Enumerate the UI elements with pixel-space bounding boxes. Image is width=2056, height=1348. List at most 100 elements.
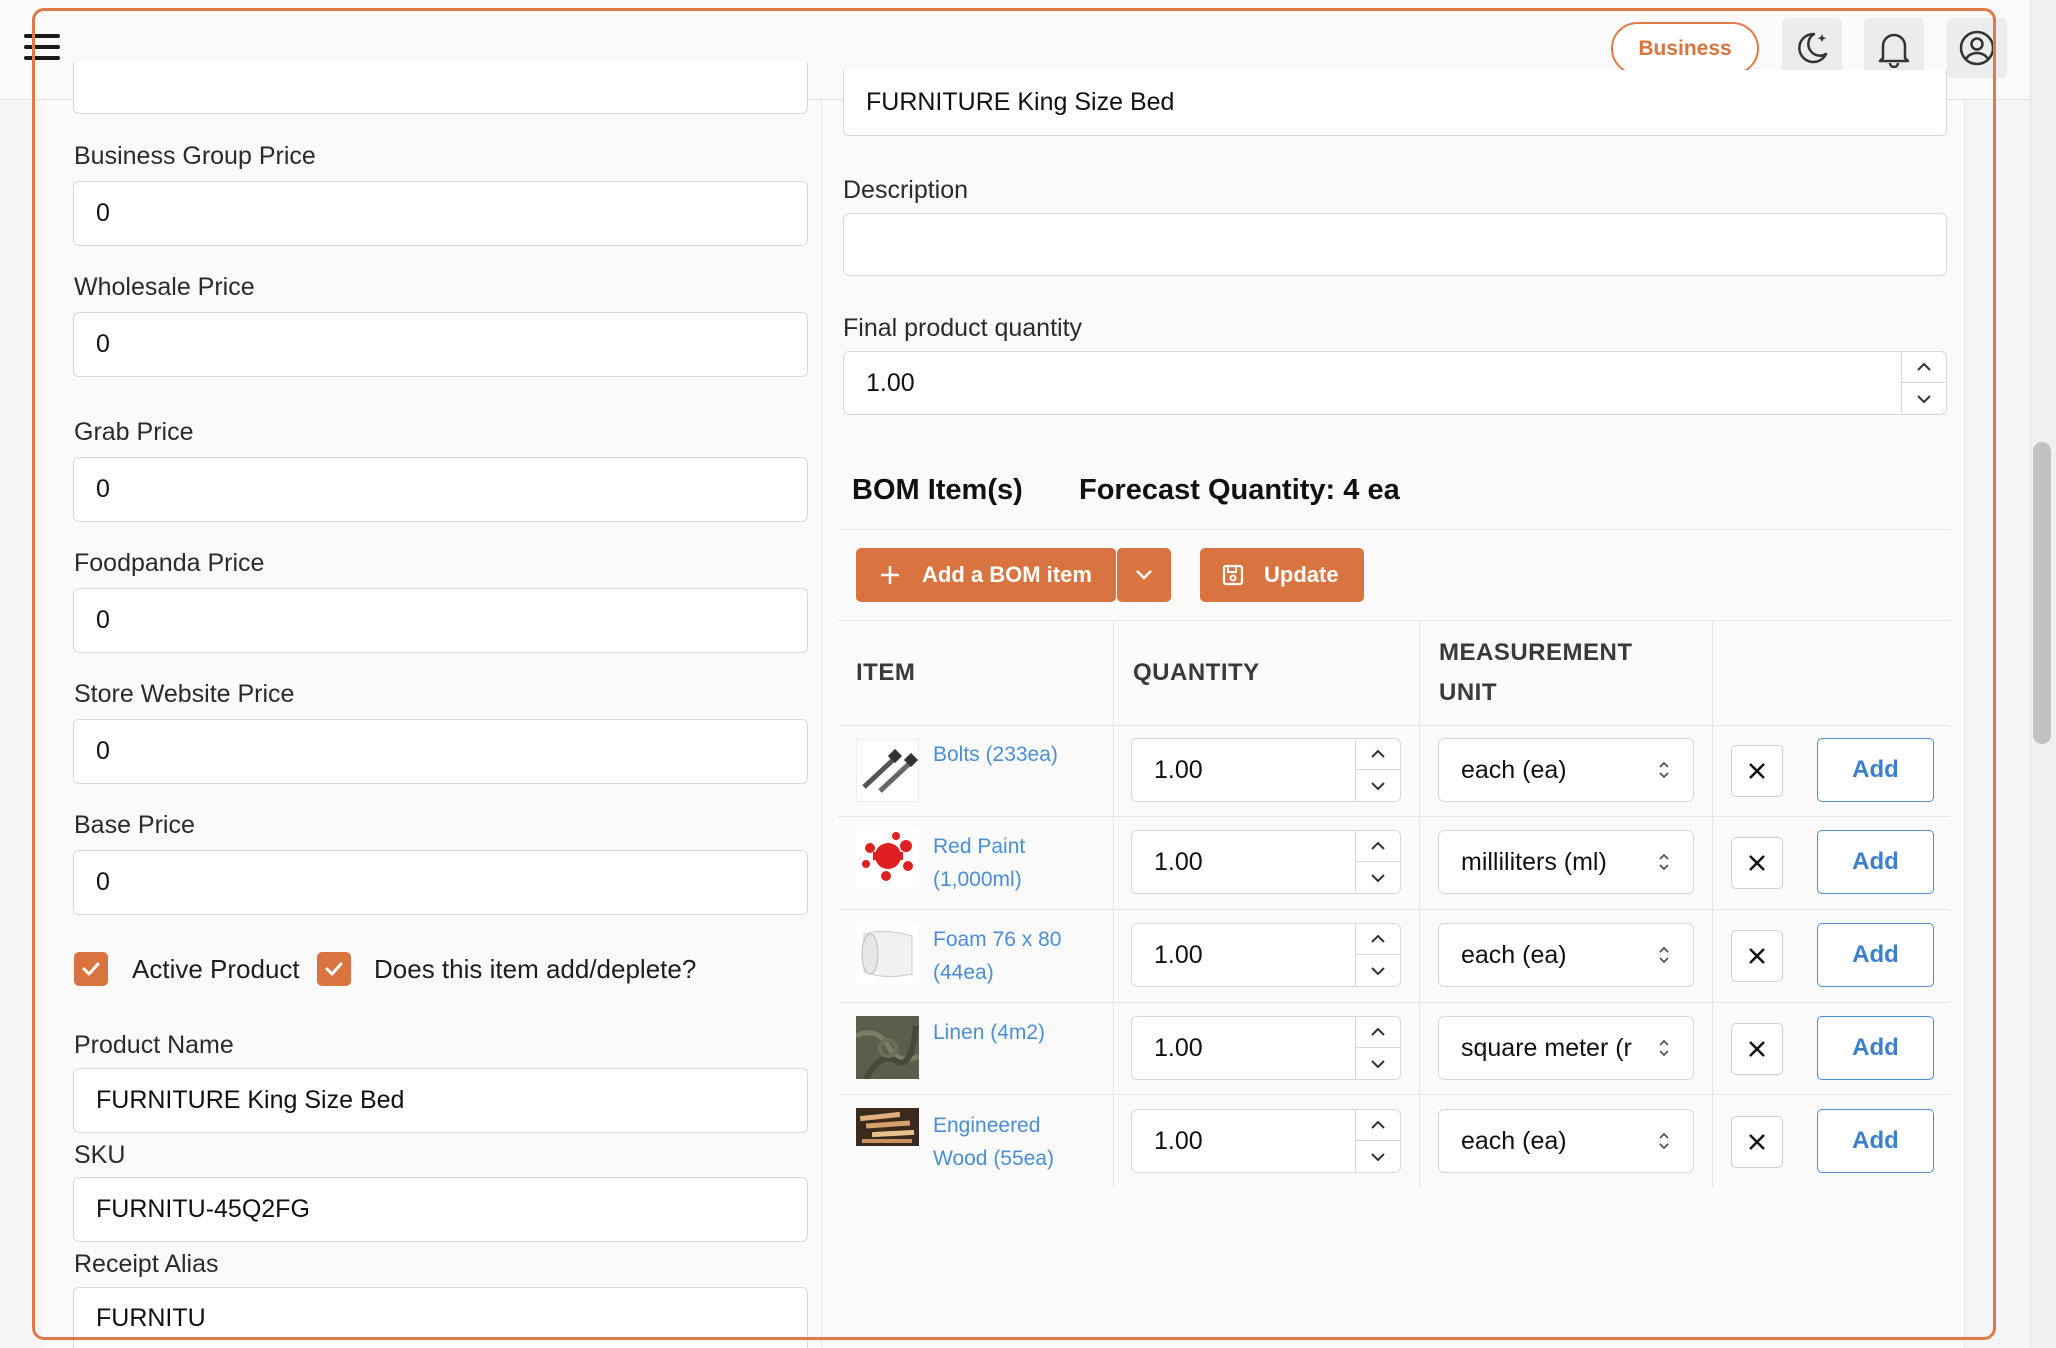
decrement-icon[interactable] (1356, 1048, 1400, 1079)
quantity-stepper[interactable] (1355, 1110, 1400, 1172)
close-icon (1749, 855, 1765, 871)
sku-label: SKU (74, 1141, 126, 1169)
increment-icon[interactable] (1356, 924, 1400, 955)
divider (838, 529, 1950, 530)
business-button[interactable]: Business (1611, 22, 1759, 75)
column-header-quantity: QUANTITY (1133, 659, 1260, 686)
bom-item-link-red-paint[interactable]: Red Paint (1,000ml) (933, 830, 1025, 896)
notifications-button[interactable] (1864, 18, 1924, 78)
unit-select[interactable]: milliliters (ml) (1438, 830, 1694, 894)
quantity-input[interactable]: 1.00 (1131, 830, 1401, 894)
increment-icon[interactable] (1356, 1110, 1400, 1141)
bolts-thumbnail (856, 739, 919, 802)
row-divider (838, 816, 1950, 817)
bom-item-link-linen[interactable]: Linen (4m2) (933, 1016, 1045, 1049)
unit-select[interactable]: each (ea) (1438, 738, 1694, 802)
bom-item-link-foam[interactable]: Foam 76 x 80 (44ea) (933, 923, 1061, 989)
moon-icon (1798, 32, 1828, 64)
remove-row-button[interactable] (1731, 1023, 1783, 1075)
grab-price-input[interactable]: 0 (73, 457, 808, 522)
bom-item-link-bolts[interactable]: Bolts (233ea) (933, 738, 1058, 771)
quantity-stepper[interactable] (1355, 924, 1400, 986)
wholesale-price-input[interactable]: 0 (73, 312, 808, 377)
cropped-input-field[interactable] (73, 62, 808, 114)
row-divider (838, 1002, 1950, 1003)
increment-icon[interactable] (1902, 352, 1946, 383)
sku-input[interactable]: FURNITU-45Q2FG (73, 1177, 808, 1242)
active-product-checkbox[interactable] (74, 952, 108, 986)
add-row-button[interactable]: Add (1817, 1016, 1934, 1080)
engineered-wood-thumbnail (856, 1108, 919, 1146)
add-bom-item-button[interactable]: Add a BOM item (856, 548, 1116, 602)
checkmark-icon (82, 962, 100, 976)
dark-mode-button[interactable] (1782, 18, 1842, 78)
unit-select[interactable]: each (ea) (1438, 923, 1694, 987)
store-website-price-input[interactable]: 0 (73, 719, 808, 784)
bom-item-link-engineered-wood[interactable]: Engineered Wood (55ea) (933, 1109, 1054, 1175)
page-scrollbar-thumb[interactable] (2033, 442, 2051, 744)
quantity-input[interactable]: 1.00 (1131, 1109, 1401, 1173)
remove-row-button[interactable] (1731, 745, 1783, 797)
description-input[interactable] (843, 213, 1947, 276)
col-divider (1712, 620, 1713, 1188)
final-quantity-input[interactable]: 1.00 (843, 351, 1947, 415)
quantity-input[interactable]: 1.00 (1131, 1016, 1401, 1080)
increment-icon[interactable] (1356, 831, 1400, 862)
save-icon (1222, 564, 1244, 586)
account-button[interactable] (1947, 18, 2007, 78)
remove-row-button[interactable] (1731, 930, 1783, 982)
item-name-stock: (44ea) (933, 961, 994, 984)
col-divider (1113, 620, 1114, 1188)
increment-icon[interactable] (1356, 739, 1400, 770)
description-label: Description (843, 176, 969, 204)
business-group-price-label: Business Group Price (74, 142, 316, 170)
quantity-stepper[interactable] (1355, 739, 1400, 801)
update-button[interactable]: Update (1200, 548, 1364, 602)
decrement-icon[interactable] (1902, 383, 1946, 414)
decrement-icon[interactable] (1356, 955, 1400, 986)
remove-row-button[interactable] (1731, 837, 1783, 889)
column-header-unit: UNIT (1439, 679, 1497, 706)
product-name-input-cropped[interactable]: FURNITURE King Size Bed (843, 70, 1947, 136)
decrement-icon[interactable] (1356, 1141, 1400, 1172)
base-price-input[interactable]: 0 (73, 850, 808, 915)
menu-icon[interactable] (24, 32, 60, 62)
plus-icon (881, 566, 899, 584)
decrement-icon[interactable] (1356, 862, 1400, 893)
final-quantity-value: 1.00 (866, 368, 915, 397)
decrement-icon[interactable] (1356, 770, 1400, 801)
update-label: Update (1264, 562, 1339, 587)
remove-row-button[interactable] (1731, 1116, 1783, 1168)
final-quantity-label: Final product quantity (843, 314, 1083, 342)
product-name-label: Product Name (74, 1031, 234, 1059)
quantity-value: 1.00 (1154, 1033, 1203, 1062)
close-icon (1749, 948, 1765, 964)
foodpanda-price-input[interactable]: 0 (73, 588, 808, 653)
add-row-button[interactable]: Add (1817, 1109, 1934, 1173)
add-row-button[interactable]: Add (1817, 923, 1934, 987)
quantity-value: 1.00 (1154, 940, 1203, 969)
unit-select[interactable]: square meter (r (1438, 1016, 1694, 1080)
receipt-alias-input[interactable]: FURNITU (73, 1287, 808, 1348)
chevron-down-icon (1136, 570, 1152, 580)
increment-icon[interactable] (1356, 1017, 1400, 1048)
add-deplete-checkbox[interactable] (317, 952, 351, 986)
add-row-button[interactable]: Add (1817, 738, 1934, 802)
quantity-stepper[interactable] (1355, 1017, 1400, 1079)
add-bom-item-dropdown[interactable] (1117, 548, 1171, 602)
row-divider (838, 1094, 1950, 1095)
select-arrows-icon (1659, 853, 1669, 871)
unit-select[interactable]: each (ea) (1438, 1109, 1694, 1173)
item-name: Linen (4m2) (933, 1021, 1046, 1044)
add-row-button[interactable]: Add (1817, 830, 1934, 894)
close-icon (1749, 1134, 1765, 1150)
quantity-input[interactable]: 1.00 (1131, 738, 1401, 802)
checkmark-icon (325, 962, 343, 976)
final-quantity-stepper[interactable] (1901, 352, 1946, 414)
quantity-stepper[interactable] (1355, 831, 1400, 893)
product-name-input[interactable]: FURNITURE King Size Bed (73, 1068, 808, 1133)
quantity-input[interactable]: 1.00 (1131, 923, 1401, 987)
unit-value: each (ea) (1461, 755, 1567, 784)
business-group-price-input[interactable]: 0 (73, 181, 808, 246)
bom-items-title: BOM Item(s) (852, 474, 1023, 506)
